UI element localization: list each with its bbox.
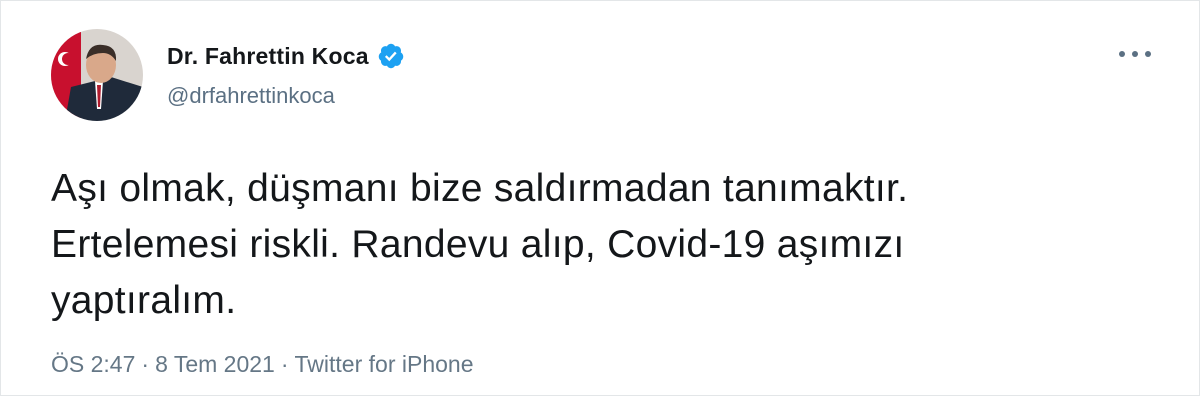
avatar-photo [51, 29, 143, 121]
author-handle[interactable]: @drfahrettinkoca [167, 83, 335, 109]
tweet-time[interactable]: ÖS 2:47 [51, 351, 135, 378]
tweet-metadata: ÖS 2:47 · 8 Tem 2021 · Twitter for iPhon… [51, 351, 473, 378]
verified-badge-icon [377, 42, 405, 70]
tweet-text-line: yaptıralım. [51, 279, 237, 322]
author-name-row: Dr. Fahrettin Koca [167, 39, 405, 73]
more-options-button[interactable] [1113, 39, 1157, 69]
author-display-name[interactable]: Dr. Fahrettin Koca [167, 43, 369, 70]
meta-separator: · [141, 351, 150, 377]
meta-separator: · [280, 351, 289, 377]
tweet-text-line: Ertelemesi riskli. Randevu alıp, Covid-1… [51, 223, 905, 266]
tweet-source[interactable]: Twitter for iPhone [295, 351, 474, 378]
tweet-date[interactable]: 8 Tem 2021 [155, 351, 275, 378]
tweet-card: Dr. Fahrettin Koca @drfahrettinkoca Aşı … [0, 0, 1200, 396]
more-options-icon [1119, 51, 1151, 57]
author-avatar[interactable] [51, 29, 143, 121]
tweet-text: Aşı olmak, düşmanı bize saldırmadan tanı… [51, 161, 1131, 329]
tweet-text-line: Aşı olmak, düşmanı bize saldırmadan tanı… [51, 167, 909, 210]
